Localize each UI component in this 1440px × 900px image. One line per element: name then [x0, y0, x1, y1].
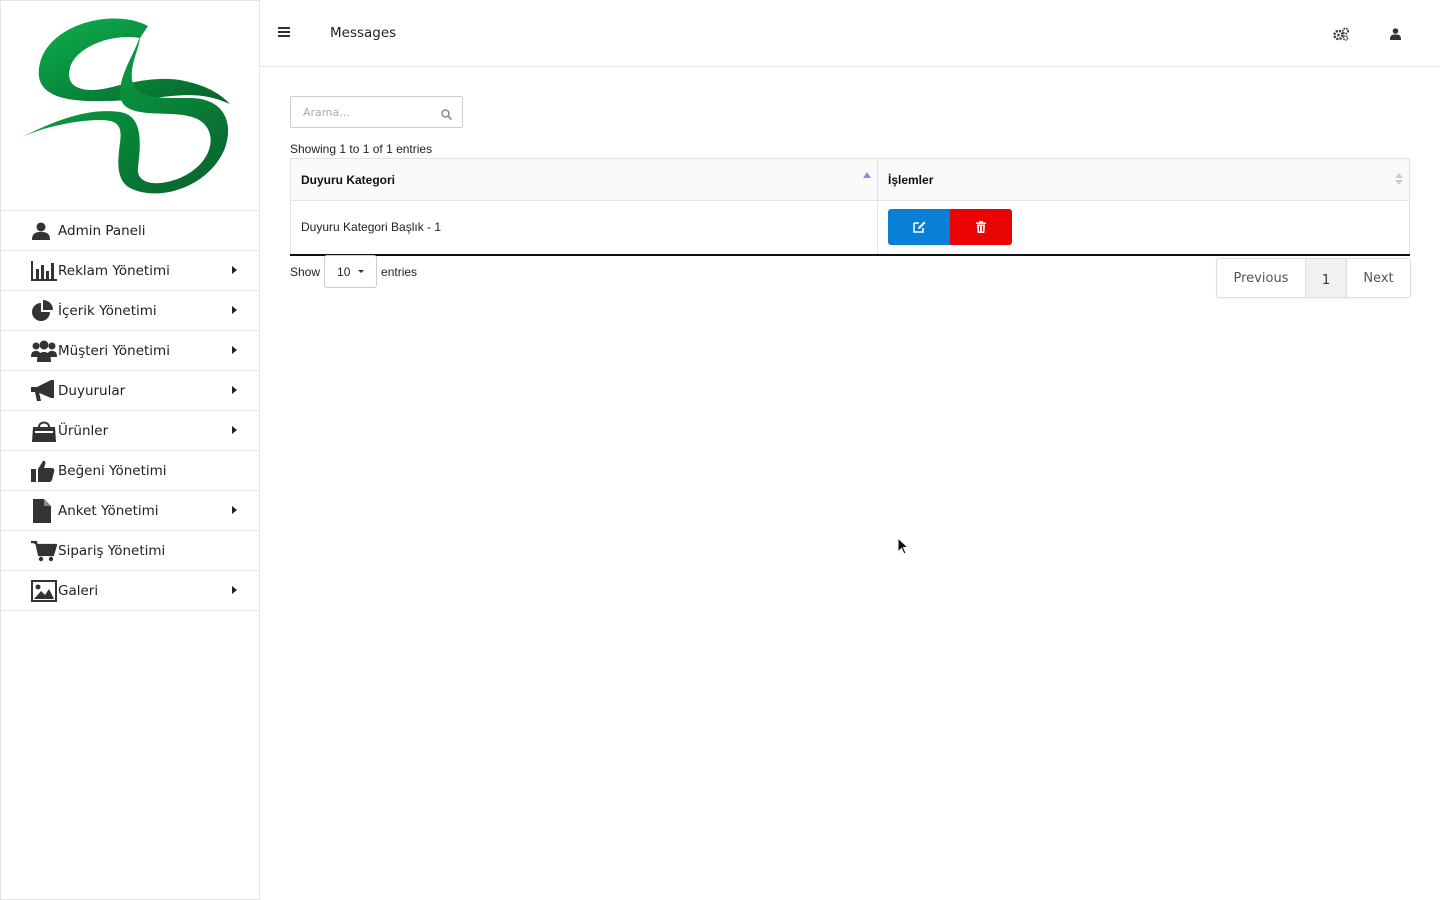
- edit-button[interactable]: [888, 209, 950, 246]
- sidebar-item-label: Sipariş Yönetimi: [58, 542, 166, 559]
- sidebar-item-label: Beğeni Yönetimi: [58, 462, 167, 479]
- cart-icon: [31, 540, 57, 562]
- entries-label: entries: [381, 264, 418, 279]
- pagination-next-button[interactable]: Next: [1347, 259, 1410, 297]
- sidebar-item-label: Duyurular: [58, 382, 126, 399]
- sidebar-item-admin-paneli[interactable]: Admin Paneli: [1, 211, 259, 251]
- search-input[interactable]: [291, 97, 431, 127]
- data-table: Duyuru Kategori İşlemler Duyuru Kategori…: [290, 158, 1410, 256]
- edit-icon: [912, 221, 925, 233]
- user-icon: [31, 220, 57, 242]
- mouse-cursor-icon: [897, 536, 910, 560]
- sidebar-item-reklam-yonetimi[interactable]: Reklam Yönetimi: [1, 251, 259, 291]
- sort-ascending-icon: [863, 172, 871, 178]
- sidebar-item-begeni-yonetimi[interactable]: Beğeni Yönetimi: [1, 451, 259, 491]
- caret-right-icon: [232, 426, 237, 434]
- caret-right-icon: [232, 586, 237, 594]
- file-icon: [31, 498, 57, 523]
- delete-button[interactable]: [950, 209, 1012, 246]
- top-bar: Messages: [260, 0, 1440, 67]
- pagination-page-1[interactable]: 1: [1305, 259, 1347, 297]
- show-label: Show: [290, 264, 321, 279]
- cogs-icon[interactable]: [1333, 26, 1349, 42]
- caret-right-icon: [232, 306, 237, 314]
- sort-icon: [1395, 173, 1403, 185]
- sidebar-item-label: Müşteri Yönetimi: [58, 342, 170, 359]
- page-title: Messages: [330, 25, 397, 41]
- column-header-label: Duyuru Kategori: [301, 172, 396, 187]
- page-length-select[interactable]: 10: [324, 255, 378, 288]
- sidebar-item-label: Galeri: [58, 582, 99, 599]
- table-length-control: Show 10 entries: [290, 255, 417, 288]
- pie-chart-icon: [31, 299, 57, 322]
- table-row: Duyuru Kategori Başlık - 1: [290, 200, 1410, 255]
- caret-right-icon: [232, 506, 237, 514]
- chevron-down-icon: [358, 270, 365, 273]
- table-info: Showing 1 to 1 of 1 entries: [290, 142, 433, 156]
- sidebar-item-musteri-yonetimi[interactable]: Müşteri Yönetimi: [1, 331, 259, 371]
- search-box: [290, 96, 463, 128]
- sidebar-item-siparis-yonetimi[interactable]: Sipariş Yönetimi: [1, 531, 259, 571]
- page-length-value: 10: [337, 264, 351, 279]
- pagination-previous-button[interactable]: Previous: [1217, 259, 1305, 297]
- caret-right-icon: [232, 266, 237, 274]
- sidebar-item-label: Anket Yönetimi: [58, 502, 159, 519]
- column-header-label: İşlemler: [888, 172, 934, 187]
- bar-chart-icon: [31, 260, 57, 282]
- bullhorn-icon: [31, 379, 57, 402]
- sidebar-item-label: Reklam Yönetimi: [58, 262, 170, 279]
- caret-right-icon: [232, 346, 237, 354]
- shopping-bag-icon: [31, 420, 57, 442]
- sidebar-item-label: İçerik Yönetimi: [58, 302, 157, 319]
- action-button-group: [888, 209, 1012, 246]
- trash-icon: [976, 221, 986, 234]
- caret-right-icon: [232, 386, 237, 394]
- column-header-islemler[interactable]: İşlemler: [877, 158, 1410, 201]
- search-icon[interactable]: [441, 107, 453, 125]
- hamburger-icon[interactable]: [278, 27, 290, 39]
- green-s-logo: [20, 18, 230, 194]
- brand-logo[interactable]: [1, 1, 259, 211]
- table-cell-actions: [877, 200, 1410, 255]
- sidebar-item-duyurular[interactable]: Duyurular: [1, 371, 259, 411]
- image-icon: [31, 579, 57, 602]
- pagination: Previous 1 Next: [1216, 258, 1411, 298]
- sidebar: Admin Paneli Reklam Yönetimi İçerik Yöne…: [0, 0, 260, 900]
- users-icon: [31, 340, 57, 362]
- sidebar-item-anket-yonetimi[interactable]: Anket Yönetimi: [1, 491, 259, 531]
- thumbs-up-icon: [31, 460, 57, 482]
- sidebar-item-label: Ürünler: [58, 422, 109, 439]
- sidebar-item-urunler[interactable]: Ürünler: [1, 411, 259, 451]
- sidebar-item-label: Admin Paneli: [58, 222, 146, 239]
- table-cell-kategori: Duyuru Kategori Başlık - 1: [290, 200, 878, 255]
- column-header-duyuru-kategori[interactable]: Duyuru Kategori: [290, 158, 878, 201]
- sidebar-item-galeri[interactable]: Galeri: [1, 571, 259, 611]
- user-icon[interactable]: [1387, 26, 1403, 42]
- sidebar-item-icerik-yonetimi[interactable]: İçerik Yönetimi: [1, 291, 259, 331]
